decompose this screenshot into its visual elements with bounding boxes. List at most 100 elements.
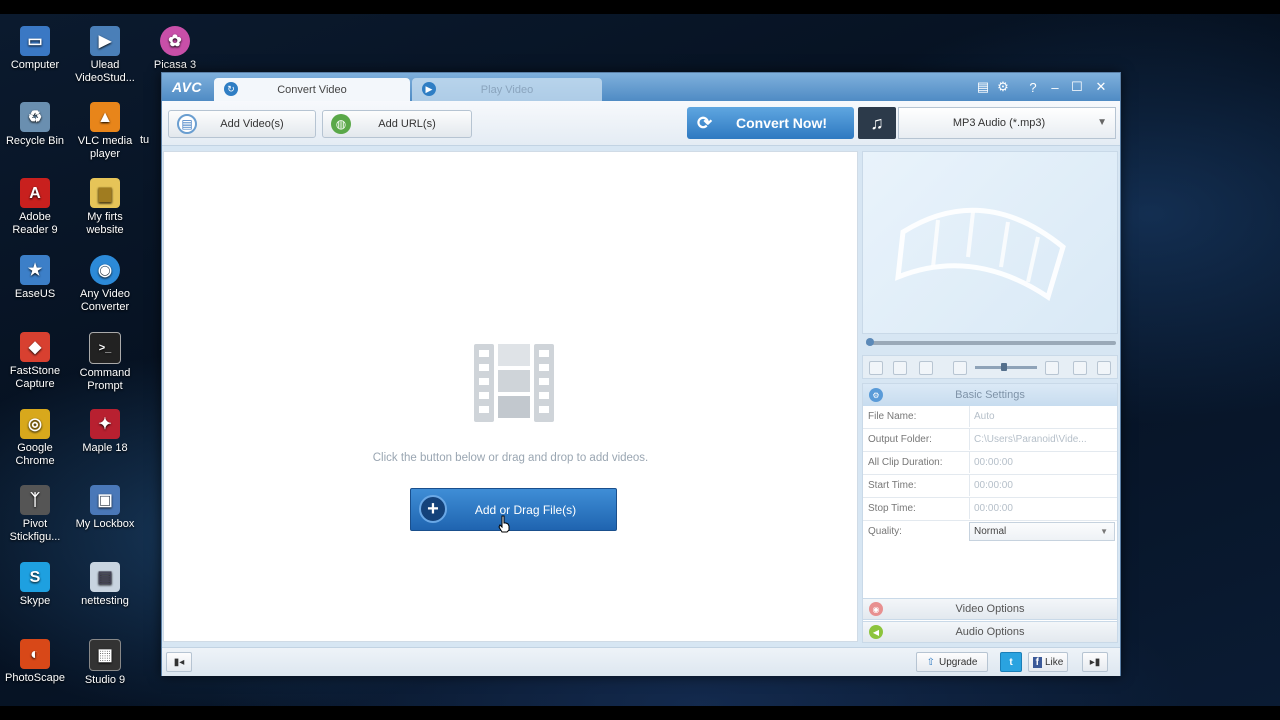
all-clip-duration-field[interactable]: 00:00:00 <box>969 452 1115 473</box>
desktop-icon-command-prompt[interactable]: >_ Command Prompt <box>70 332 140 393</box>
maple-icon: ✦ <box>90 409 120 439</box>
desktop-icon-skype[interactable]: S Skype <box>0 562 70 608</box>
desktop-icon-label: Skype <box>19 595 51 607</box>
titlebar: AVC ↻ Convert Video ▶ Play Video ▤ ⚙ ? –… <box>162 73 1120 101</box>
desktop-icon-vlc[interactable]: ▲ VLC media player <box>70 102 140 161</box>
format-label: MP3 Audio (*.mp3) <box>952 117 1046 129</box>
desktop-icon-label: Adobe Reader 9 <box>12 211 58 236</box>
basic-settings-panel: ⚙ Basic Settings File Name: Auto Output … <box>862 383 1118 622</box>
play-icon: ▶ <box>422 82 436 96</box>
file-name-row: File Name: Auto <box>863 406 1117 429</box>
skin-icon[interactable]: ▤ <box>974 79 992 95</box>
desktop-icon-ulead[interactable]: ▶ Ulead VideoStud... <box>70 26 140 85</box>
hand-cursor-icon <box>498 515 510 533</box>
desktop-icon-studio[interactable]: ▦ Studio 9 <box>70 639 140 687</box>
chevron-down-icon: ▼ <box>1100 527 1108 536</box>
desktop-icon-faststone[interactable]: ◆ FastStone Capture <box>0 332 70 391</box>
facebook-like-button[interactable]: f Like <box>1028 652 1068 672</box>
setting-label: Quality: <box>868 526 902 537</box>
basic-settings-title: Basic Settings <box>955 389 1025 401</box>
video-options-icon: ◉ <box>869 602 883 616</box>
globe-icon: ◍ <box>331 114 351 134</box>
close-icon[interactable]: ✕ <box>1092 79 1110 95</box>
lockbox-icon: ▣ <box>90 485 120 515</box>
collapse-right-button[interactable]: ▸▮ <box>1082 652 1108 672</box>
twitter-icon[interactable]: t <box>1000 652 1022 672</box>
desktop-icon-recycle-bin[interactable]: ♻ Recycle Bin <box>0 102 70 148</box>
setting-label: Output Folder: <box>868 434 932 445</box>
add-url-button[interactable]: ◍ Add URL(s) <box>322 110 472 138</box>
tab-convert-video[interactable]: ↻ Convert Video <box>214 78 410 101</box>
desktop-icon-picasa[interactable]: ✿ Picasa 3 <box>140 26 210 72</box>
output-folder-row: Output Folder: C:\Users\Paranoid\Vide... <box>863 429 1117 452</box>
desktop-icon-label: Pivot Stickfigu... <box>9 518 61 543</box>
gear-icon[interactable]: ⚙ <box>994 79 1012 95</box>
start-time-field[interactable]: 00:00:00 <box>969 475 1115 496</box>
faststone-icon: ◆ <box>20 332 50 362</box>
film-reel-watermark-icon <box>895 207 1066 301</box>
upgrade-button[interactable]: ⇧ Upgrade <box>916 652 988 672</box>
setting-label: All Clip Duration: <box>868 457 943 468</box>
wrench-icon[interactable] <box>1097 361 1111 375</box>
audio-options-header[interactable]: ◀ Audio Options <box>862 621 1118 643</box>
volume-handle[interactable] <box>1001 363 1007 371</box>
nettesting-icon: ▤ <box>90 562 120 592</box>
stop-time-field[interactable]: 00:00:00 <box>969 498 1115 519</box>
desktop-icon-nettesting[interactable]: ▤ nettesting <box>70 562 140 608</box>
desktop-icon-any-video-converter[interactable]: ◉ Any Video Converter <box>70 255 140 314</box>
photoscape-icon: ◐ <box>20 639 50 669</box>
desktop-icon-computer[interactable]: ▭ Computer <box>0 26 70 72</box>
easeus-icon: ★ <box>20 255 50 285</box>
add-or-drag-files-button[interactable]: + Add or Drag File(s) <box>410 488 617 531</box>
music-note-icon[interactable]: ♫ <box>858 107 896 139</box>
desktop-icon-label: Maple 18 <box>82 442 128 454</box>
volume-slider[interactable] <box>975 363 1037 371</box>
quality-value: Normal <box>974 526 1007 537</box>
vlc-icon: ▲ <box>90 102 120 132</box>
desktop-icon-label: Recycle Bin <box>5 135 65 147</box>
tab-label: Play Video <box>480 83 534 96</box>
desktop-icon-label: FastStone Capture <box>9 365 61 390</box>
any-video-converter-window: AVC ↻ Convert Video ▶ Play Video ▤ ⚙ ? –… <box>161 72 1121 676</box>
desktop-icon-photoscape[interactable]: ◐ PhotoScape <box>0 639 70 685</box>
recycle-bin-icon: ♻ <box>20 102 50 132</box>
seek-handle[interactable] <box>866 338 874 346</box>
crop-button[interactable] <box>1073 361 1087 375</box>
desktop-icon-easeus[interactable]: ★ EaseUS <box>0 255 70 301</box>
right-panel: ⚙ Basic Settings File Name: Auto Output … <box>862 151 1118 643</box>
stop-time-row: Stop Time: 00:00:00 <box>863 498 1117 521</box>
start-time-row: Start Time: 00:00:00 <box>863 475 1117 498</box>
facebook-icon: f <box>1032 656 1042 668</box>
stop-button[interactable] <box>893 361 907 375</box>
fullscreen-button[interactable] <box>1045 361 1059 375</box>
desktop-icon-lockbox[interactable]: ▣ My Lockbox <box>70 485 140 531</box>
speaker-icon[interactable] <box>953 361 967 375</box>
help-icon[interactable]: ? <box>1024 79 1042 95</box>
add-videos-button[interactable]: ▤ Add Video(s) <box>168 110 316 138</box>
basic-settings-header[interactable]: ⚙ Basic Settings <box>863 384 1117 406</box>
desktop-icon-adobe-reader[interactable]: A Adobe Reader 9 <box>0 178 70 237</box>
desktop-icon-folder-website[interactable]: ▆ My firts website <box>70 178 140 237</box>
skype-icon: S <box>20 562 50 592</box>
computer-icon: ▭ <box>20 26 50 56</box>
collapse-left-button[interactable]: ▮◂ <box>166 652 192 672</box>
output-folder-field[interactable]: C:\Users\Paranoid\Vide... <box>969 429 1115 450</box>
quality-select[interactable]: Normal ▼ <box>969 522 1115 541</box>
tab-play-video[interactable]: ▶ Play Video <box>412 78 602 101</box>
minimize-icon[interactable]: – <box>1046 79 1064 95</box>
maximize-icon[interactable]: ☐ <box>1068 79 1086 95</box>
chrome-icon: ◎ <box>20 409 50 439</box>
desktop-icon-pivot[interactable]: ᛉ Pivot Stickfigu... <box>0 485 70 544</box>
play-button[interactable] <box>869 361 883 375</box>
file-name-field[interactable]: Auto <box>969 406 1115 427</box>
desktop-icon-maple[interactable]: ✦ Maple 18 <box>70 409 140 455</box>
picasa-icon: ✿ <box>160 26 190 56</box>
desktop-icon-label: My firts website <box>86 211 124 236</box>
desktop-icon-chrome[interactable]: ◎ Google Chrome <box>0 409 70 468</box>
video-options-header[interactable]: ◉ Video Options <box>862 598 1118 620</box>
seek-bar[interactable] <box>866 338 1116 346</box>
output-format-select[interactable]: MP3 Audio (*.mp3) ▼ <box>898 107 1116 139</box>
snapshot-button[interactable] <box>919 361 933 375</box>
convert-now-button[interactable]: ⟳ Convert Now! <box>687 107 854 139</box>
file-drop-area[interactable]: Click the button below or drag and drop … <box>163 151 858 642</box>
